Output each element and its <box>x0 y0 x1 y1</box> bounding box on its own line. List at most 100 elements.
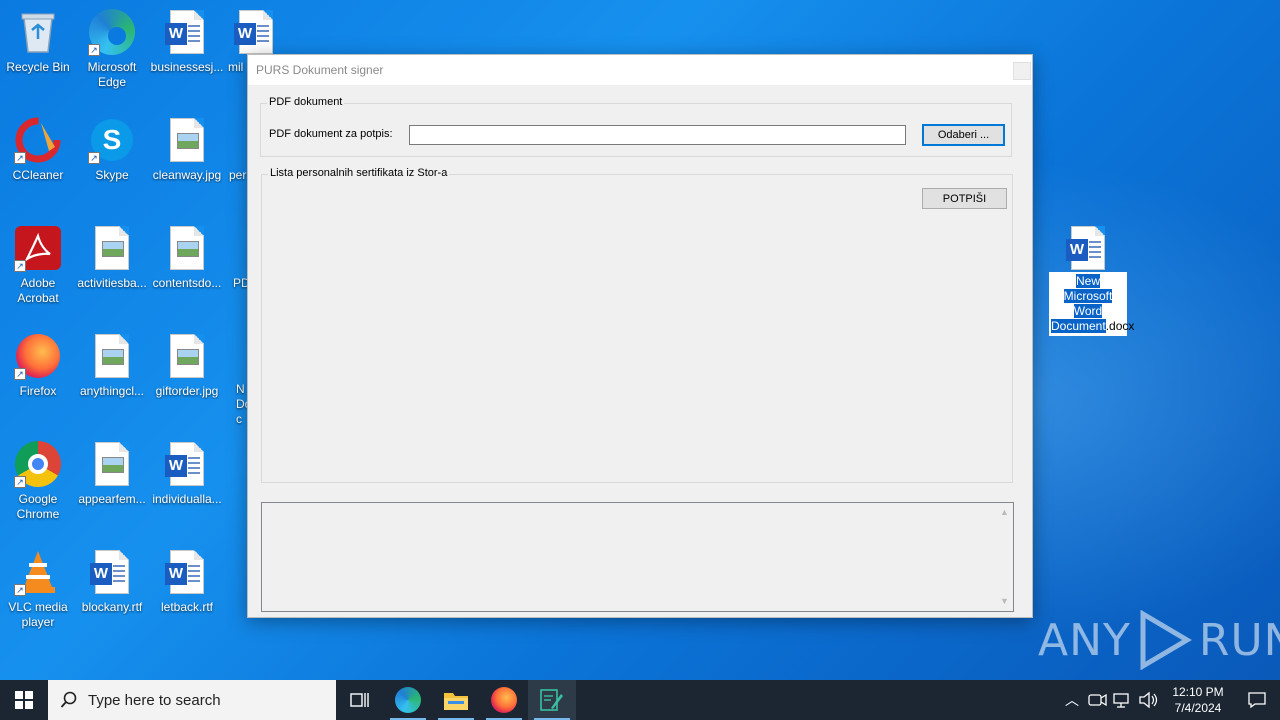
chevron-up-icon[interactable]: ︿ <box>1060 690 1084 710</box>
window-title: PURS Dokument signer <box>256 63 384 77</box>
desktop-icon-activitiesba[interactable]: activitiesba... <box>74 218 150 318</box>
task-view-icon <box>350 693 369 707</box>
image-file-icon <box>163 224 211 272</box>
clock-date: 7/4/2024 <box>1174 701 1222 715</box>
desktop-icon-edge[interactable]: ↗ Microsoft Edge <box>74 2 150 102</box>
system-tray: ︿ 12:10 PM 7/4/2024 <box>1060 680 1280 720</box>
sign-button[interactable]: POTPIŠI <box>922 188 1007 209</box>
signer-app-icon <box>540 689 563 711</box>
watermark-text-left: ANY <box>1038 614 1131 666</box>
image-file-icon <box>163 332 211 380</box>
image-file-icon <box>163 116 211 164</box>
chrome-icon: ↗ <box>14 440 62 488</box>
edge-icon: ↗ <box>88 8 136 56</box>
volume-icon[interactable] <box>1138 691 1160 709</box>
taskbar-firefox[interactable] <box>480 680 528 720</box>
shortcut-arrow-icon: ↗ <box>14 152 26 164</box>
desktop-icon-businessesj[interactable]: W businessesj... <box>149 2 225 102</box>
desktop-icon-vlc[interactable]: ↗ VLC media player <box>0 542 76 642</box>
edge-icon <box>395 687 421 713</box>
desktop-icon-appearfem[interactable]: appearfem... <box>74 434 150 534</box>
word-doc-icon: W <box>232 8 280 56</box>
taskbar: Type here to search ︿ 12:10 PM 7/4/2024 <box>0 680 1280 720</box>
group-certificate-list: Lista personalnih sertifikata iz Stor-a … <box>261 167 1013 483</box>
desktop-icon-anythingcl[interactable]: anythingcl... <box>74 326 150 426</box>
desktop-icon-label: anythingcl... <box>79 384 145 398</box>
desktop-icon-individualla[interactable]: W individualla... <box>149 434 225 534</box>
desktop-icon-label: giftorder.jpg <box>155 384 219 398</box>
anyrun-watermark: ANY RUN <box>1038 610 1280 670</box>
notification-icon <box>1248 692 1266 709</box>
desktop-icon-label: VLC media player <box>8 600 68 629</box>
scroll-up-icon[interactable]: ▲ <box>1000 508 1009 517</box>
desktop-icon-label: Microsoft Edge <box>87 60 137 89</box>
desktop-icon-label: cleanway.jpg <box>152 168 222 182</box>
image-file-icon <box>88 224 136 272</box>
firefox-icon <box>491 687 517 713</box>
filename-selection: New Microsoft Word Document <box>1051 274 1113 333</box>
task-view-button[interactable] <box>336 680 384 720</box>
network-icon[interactable] <box>1112 691 1134 709</box>
recycle-bin-icon <box>14 8 62 56</box>
start-button[interactable] <box>0 680 48 720</box>
word-doc-icon: W <box>163 8 211 56</box>
log-textarea[interactable]: ▲ ▼ <box>261 502 1014 612</box>
shortcut-arrow-icon: ↗ <box>14 476 26 488</box>
desktop-icon-letback[interactable]: W letback.rtf <box>149 542 225 642</box>
meet-now-icon[interactable] <box>1086 691 1108 709</box>
desktop-icon-label: individualla... <box>152 492 222 506</box>
desktop-icon-firefox[interactable]: ↗ Firefox <box>0 326 76 426</box>
pdf-file-input[interactable] <box>409 125 906 145</box>
pdf-field-label: PDF dokument za potpis: <box>269 128 393 140</box>
browse-button[interactable]: Odaberi ... <box>922 124 1005 146</box>
taskbar-signer-app[interactable] <box>528 680 576 720</box>
window-close-button[interactable] <box>1013 62 1031 80</box>
filename-extension: .docx <box>1105 319 1135 333</box>
group-certs-legend: Lista personalnih sertifikata iz Stor-a <box>268 167 450 179</box>
word-doc-icon: W <box>88 548 136 596</box>
play-logo-icon <box>1140 610 1192 670</box>
desktop-icon-label: activitiesba... <box>77 276 147 290</box>
taskbar-edge[interactable] <box>384 680 432 720</box>
desktop-icon-label: Adobe Acrobat <box>17 276 59 305</box>
taskbar-search-box[interactable]: Type here to search <box>48 680 336 720</box>
word-doc-icon: W <box>163 548 211 596</box>
desktop-icon-recycle-bin[interactable]: Recycle Bin <box>0 2 76 102</box>
group-pdf-legend: PDF dokument <box>267 96 345 108</box>
window-titlebar[interactable]: PURS Dokument signer <box>248 55 1032 85</box>
desktop-icon-cleanway[interactable]: cleanway.jpg <box>149 110 225 210</box>
watermark-text-right: RUN <box>1198 614 1280 666</box>
desktop-icon-contentsdo[interactable]: contentsdo... <box>149 218 225 318</box>
desktop-icon-blockany[interactable]: W blockany.rtf <box>74 542 150 642</box>
notification-center-button[interactable] <box>1234 680 1280 720</box>
desktop-icon-skype[interactable]: S ↗ Skype <box>74 110 150 210</box>
desktop-icon-label: contentsdo... <box>152 276 222 290</box>
shortcut-arrow-icon: ↗ <box>14 584 26 596</box>
scroll-down-icon[interactable]: ▼ <box>1000 597 1009 606</box>
clock-time: 12:10 PM <box>1172 685 1224 699</box>
desktop-icon-acrobat[interactable]: ↗ Adobe Acrobat <box>0 218 76 318</box>
desktop-icon-label: Firefox <box>19 384 57 398</box>
file-explorer-icon <box>444 693 468 710</box>
shortcut-arrow-icon: ↗ <box>88 44 100 56</box>
desktop-icon-giftorder[interactable]: giftorder.jpg <box>149 326 225 426</box>
shortcut-arrow-icon: ↗ <box>14 260 26 272</box>
skype-icon: S ↗ <box>88 116 136 164</box>
acrobat-icon: ↗ <box>14 224 62 272</box>
vlc-icon: ↗ <box>14 548 62 596</box>
desktop-icon-label[interactable]: New Microsoft Word Document.docx <box>1049 272 1134 336</box>
desktop-icon-ccleaner[interactable]: ↗ CCleaner <box>0 110 76 210</box>
desktop-icon-label: CCleaner <box>12 168 64 182</box>
desktop-icon-new-word-document[interactable]: W New Microsoft Word Document.docx <box>1049 224 1134 336</box>
firefox-icon: ↗ <box>14 332 62 380</box>
search-placeholder: Type here to search <box>88 691 221 709</box>
desktop-icon-chrome[interactable]: ↗ Google Chrome <box>0 434 76 534</box>
desktop-icon-label: blockany.rtf <box>81 600 143 614</box>
desktop-icon-label: Skype <box>95 168 129 182</box>
word-doc-icon: W <box>1064 224 1112 272</box>
taskbar-file-explorer[interactable] <box>432 680 480 720</box>
group-pdf-document: PDF dokument PDF dokument za potpis: Oda… <box>260 96 1012 157</box>
clock[interactable]: 12:10 PM 7/4/2024 <box>1162 684 1234 716</box>
shortcut-arrow-icon: ↗ <box>14 368 26 380</box>
desktop-icon-label: letback.rtf <box>160 600 214 614</box>
